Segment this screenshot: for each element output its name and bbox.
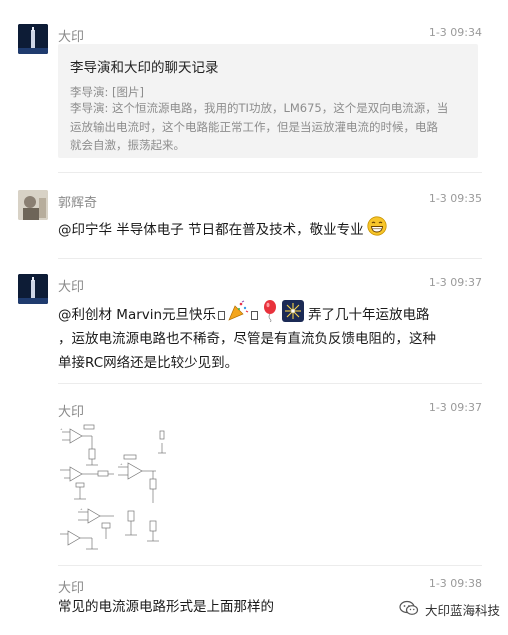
grin-emoji-icon	[366, 216, 387, 244]
message-text: @印宁华 半导体电子 节日都在普及技术，敬业专业	[58, 216, 387, 244]
avatar-guohuiqi[interactable]	[18, 190, 48, 220]
chat-message-3: 大印 1-3 09:37 @利创材 Marvin元旦快乐 弄了几十年运放电路 ，…	[0, 258, 508, 382]
missing-glyph-icon	[218, 310, 226, 320]
message-text-line: 单接RC网络还是比较少见到。	[58, 355, 239, 371]
watermark: 大印蓝海科技	[399, 600, 500, 619]
message-text-content: @印宁华 半导体电子 节日都在普及技术，敬业专业	[58, 222, 364, 238]
party-popper-icon	[227, 300, 249, 330]
message-text: 常见的电流源电路形式是上面那样的	[58, 599, 274, 615]
message-time: 1-3 09:38	[428, 577, 482, 590]
record-line: 李导演: 这个恒流源电路，我用的TI功放，LM675，这个是双向电流源，当	[70, 101, 449, 115]
sender-name: 大印	[58, 30, 85, 45]
svg-text:+: +	[120, 462, 123, 466]
chat-message-1: 大印 1-3 09:34 李导演和大印的聊天记录 李导演: [图片] 李导演: …	[0, 0, 508, 170]
sender-name: 大印	[58, 581, 85, 596]
circuit-schematic-image[interactable]: + + +	[58, 423, 170, 553]
chat-record-card[interactable]: 李导演和大印的聊天记录 李导演: [图片] 李导演: 这个恒流源电路，我用的TI…	[58, 44, 478, 158]
avatar-dayin[interactable]	[18, 24, 48, 54]
message-time: 1-3 09:37	[428, 276, 482, 289]
message-text: @利创材 Marvin元旦快乐 弄了几十年运放电路	[58, 300, 430, 330]
missing-glyph-icon	[251, 310, 259, 320]
sender-name: 大印	[58, 405, 85, 420]
record-line: 就会自激，振荡起来。	[70, 138, 185, 152]
message-time: 1-3 09:34	[428, 26, 482, 39]
sender-name: 郭辉奇	[58, 196, 98, 211]
chat-message-2: 郭辉奇 1-3 09:35 @印宁华 半导体电子 节日都在普及技术，敬业专业	[0, 172, 508, 258]
svg-text:+: +	[80, 507, 83, 511]
sender-name: 大印	[58, 280, 85, 295]
watermark-text: 大印蓝海科技	[424, 603, 500, 618]
svg-text:+: +	[60, 427, 63, 431]
message-text-line: ，运放电流源电路也不稀奇，尽管是有直流负反馈电阻的，这种	[58, 331, 436, 347]
message-text-content: @利创材 Marvin元旦快乐	[58, 307, 217, 323]
wechat-icon	[399, 600, 419, 619]
message-time: 1-3 09:35	[428, 192, 482, 205]
avatar-dayin[interactable]	[18, 274, 48, 304]
record-line: 运放输出电流时，这个电路能正常工作，但是当运放灌电流的时候，电路	[70, 120, 438, 134]
balloon-icon	[262, 300, 278, 330]
message-text-content: 弄了几十年运放电路	[308, 307, 430, 323]
fireworks-icon	[282, 300, 305, 330]
chat-message-4: 大印 1-3 09:37 + + +	[0, 383, 508, 563]
record-title: 李导演和大印的聊天记录	[70, 60, 219, 76]
message-time: 1-3 09:37	[428, 401, 482, 414]
